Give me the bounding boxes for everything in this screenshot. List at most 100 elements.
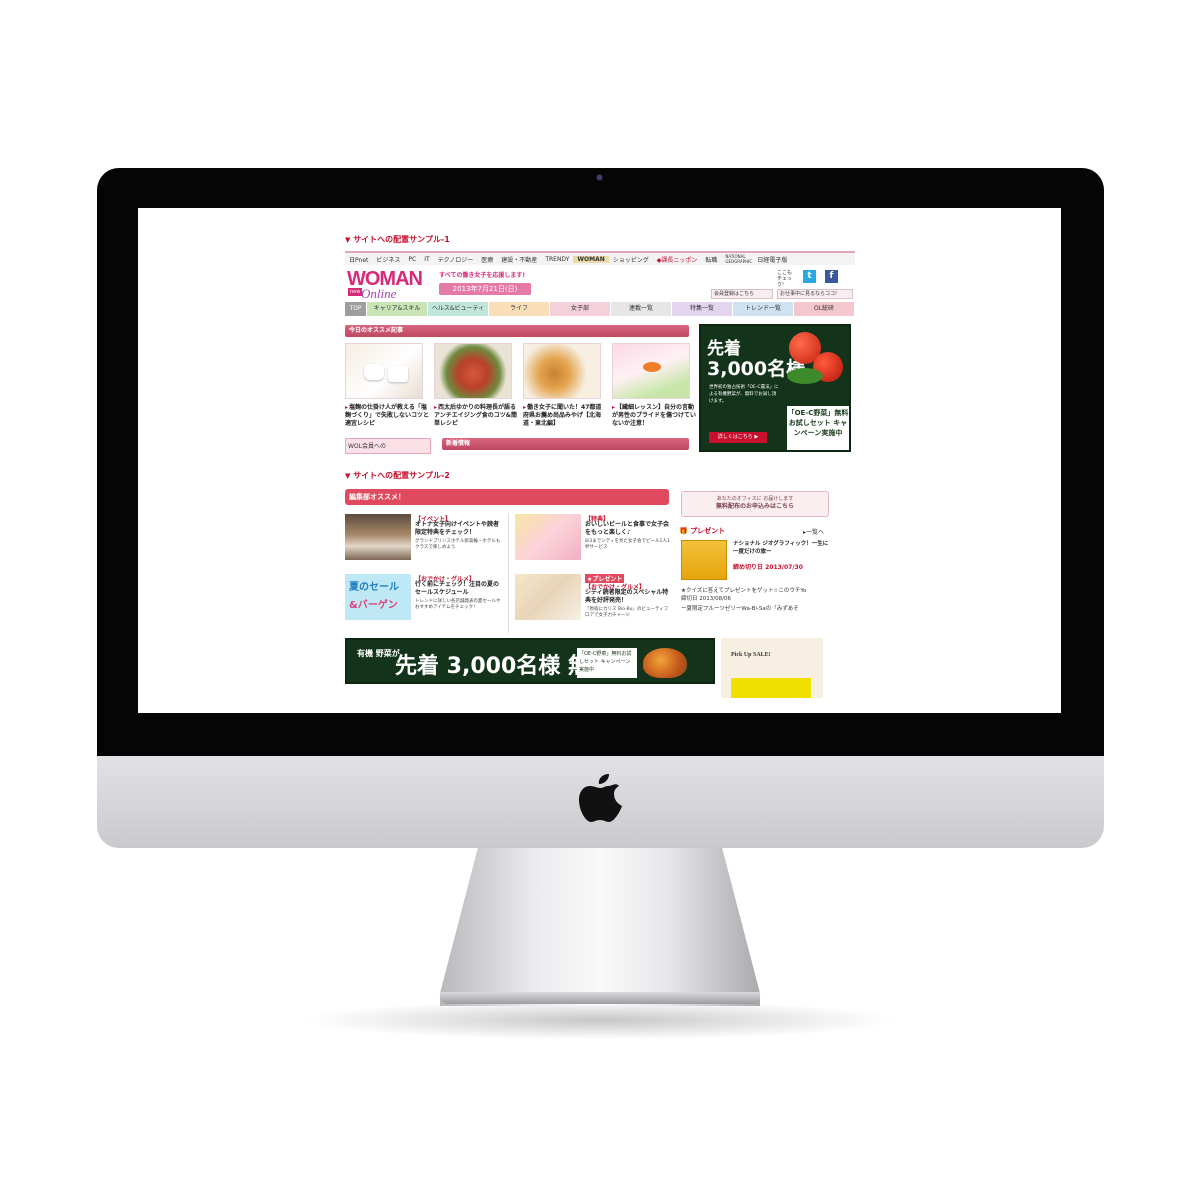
present-all-link[interactable]: ▸一覧へ xyxy=(803,527,824,536)
topnav-item[interactable]: 医療 xyxy=(477,255,497,264)
vegetable-icon xyxy=(787,368,823,384)
pick-desc: トレンドに詳しい各店舗発表の夏セールやおすすめアイテムをチェック！ xyxy=(415,599,501,610)
present-item-title[interactable]: ナショナル ジオグラフィック！一生に一度だけの旅ー xyxy=(733,540,833,556)
article-thumbnail[interactable] xyxy=(612,343,690,399)
topnav-item[interactable]: TRENDY xyxy=(541,256,573,263)
topnav-item[interactable]: ◆課長ニッポン xyxy=(653,255,702,264)
topnav-item[interactable]: 建設・不動産 xyxy=(497,255,541,264)
pick-desc: グランドプリンスホテル新高輪・ホテルもクラスで楽しめよう xyxy=(415,539,501,550)
monitor-stand-foot xyxy=(440,992,760,1004)
vegetable-ad-banner[interactable]: 先着 3,000名様 世界初の独占技術「OE-C農法」による有機野菜が、無料でお… xyxy=(699,324,851,452)
logo-online[interactable]: Online xyxy=(361,286,396,302)
article-thumbnail[interactable] xyxy=(434,343,512,399)
pick-desc: 8/3までシティを見た女子会でビール1人1杯サービス xyxy=(585,539,670,550)
pick-desc: 「原宿にカリス Bio-Bu」のビューティフロアで女子力チャージ xyxy=(585,607,669,618)
pick-image[interactable] xyxy=(515,514,581,560)
vegetable-basket-icon xyxy=(643,648,687,678)
present-list-item: 締切日 2013/08/06 xyxy=(681,596,731,602)
present-image[interactable] xyxy=(681,540,727,580)
topnav-item[interactable]: 日経電子版 xyxy=(753,255,791,264)
present-heading: 🎁 プレゼント xyxy=(679,526,725,536)
tab-features[interactable]: 特集一覧 xyxy=(672,302,733,316)
pick-title[interactable]: 行く前にチェック！注目の夏のセールスケジュール xyxy=(415,581,501,597)
summer-bargain-text: &バーゲン xyxy=(349,600,398,611)
ad2-panel: 「OE-C野菜」無料お試しセット キャンペーン実施中 xyxy=(577,648,637,678)
pick-title[interactable]: おいしいビールと食事で女子会をもっと楽しく♪ xyxy=(585,521,671,537)
site-header: WOMAN Online new すべての働き女子を応援します! 2013年7月… xyxy=(345,266,855,302)
category-tabs: TOP キャリア&スキル ヘルス&ビューティ ライフ 女子部 連載一覧 特集一覧… xyxy=(345,302,855,316)
triangle-down-icon: ▼ xyxy=(345,472,351,480)
editor-pick-heading: 編集部オススメ！ xyxy=(345,489,669,505)
facebook-icon[interactable]: f xyxy=(825,270,838,283)
office-view-link[interactable]: お仕事中に見るならココ! xyxy=(777,289,853,299)
topnav-item[interactable]: PC xyxy=(404,256,420,263)
pickup-sale-banner[interactable]: Pick Up SALE! xyxy=(721,638,823,698)
article-thumbnail[interactable] xyxy=(345,343,423,399)
monitor-stand xyxy=(440,846,760,1006)
camera-icon xyxy=(596,174,603,181)
tab-series[interactable]: 連載一覧 xyxy=(611,302,672,316)
topnav-item[interactable]: NATIONAL GEOGRAPHIC xyxy=(721,254,753,264)
recommend-heading: 今日のオススメ記事 xyxy=(345,325,689,337)
triangle-down-icon: ▼ xyxy=(345,236,351,244)
gift-icon: 🎁 xyxy=(679,527,688,535)
screen: ▼ サイトへの配置サンプル-1 日Pnet ビジネス PC IT テクノロジー … xyxy=(138,208,1061,713)
sample2-heading: ▼ サイトへの配置サンプル-2 xyxy=(345,470,450,481)
office-line1: あなたのオフィスに お届けします xyxy=(716,496,794,502)
date-display: 2013年7月21日(日) xyxy=(439,283,531,295)
imac-mockup: ▼ サイトへの配置サンプル-1 日Pnet ビジネス PC IT テクノロジー … xyxy=(0,0,1200,1200)
sample1-heading: ▼ サイトへの配置サンプル-1 xyxy=(345,234,450,245)
news-heading: 新着情報 xyxy=(442,438,689,450)
tab-health[interactable]: ヘルス&ビューティ xyxy=(428,302,489,316)
tab-joshibu[interactable]: 女子部 xyxy=(550,302,611,316)
wol-member-banner[interactable]: WOL会員への xyxy=(345,438,431,454)
vegetable-wide-ad[interactable]: 有機 野菜が 先着 3,000名様 無料 「OE-C野菜」無料お試しセット キャ… xyxy=(345,638,715,684)
floor-shadow xyxy=(300,1000,900,1040)
pickup-title: Pick Up SALE! xyxy=(731,652,771,658)
ad2-left-text: 有機 野菜が xyxy=(357,649,400,658)
tab-ol-research[interactable]: OL総研 xyxy=(794,302,855,316)
ad-detail-button[interactable]: 詳しくはこちら ▶ xyxy=(709,432,767,443)
check-label: ここもチェック! xyxy=(777,270,793,288)
topnav-item[interactable]: 日Pnet xyxy=(345,255,372,264)
article-caption[interactable]: 塩麹の仕掛け人が教える「塩麹づくり」で失敗しないコツと適宜レシピ xyxy=(345,404,429,428)
pick-title[interactable]: シティ読者限定のスペシャル特典を好評発売！ xyxy=(585,589,671,605)
pickup-yellow-block xyxy=(731,678,811,698)
office-line2[interactable]: 無料配布のお申込みはこちら xyxy=(682,503,828,511)
top-nav: 日Pnet ビジネス PC IT テクノロジー 医療 建設・不動産 TRENDY… xyxy=(345,251,855,265)
present-list-item[interactable]: ★クイズに答えてプレゼントをゲット☆このウチYo xyxy=(681,588,841,595)
topnav-item[interactable]: テクノロジー xyxy=(434,255,478,264)
logo-new-badge: new xyxy=(348,288,363,296)
tab-top[interactable]: TOP xyxy=(345,302,367,316)
article-caption[interactable]: 【繊細レッスン】自分の言動が男性のプライドを傷つけていないか注意！ xyxy=(612,404,696,428)
sample2-title: サイトへの配置サンプル-2 xyxy=(353,471,450,480)
tab-trends[interactable]: トレンド一覧 xyxy=(733,302,794,316)
topnav-item[interactable]: 転職 xyxy=(701,255,721,264)
apple-logo-icon xyxy=(579,774,622,822)
member-register-link[interactable]: 会員登録はこちら xyxy=(711,289,773,299)
article-caption[interactable]: 働き女子に聞いた！47都道府県お薦め尚品みやげ【北海道・東北編】 xyxy=(523,404,607,428)
ad-body: 世界初の独占技術「OE-C農法」による有機野菜が、無料でお試し頂けます。 xyxy=(709,385,779,404)
ad-campaign-panel: 「OE-C野菜」無料お試しセット キャンペーン実施中 xyxy=(787,406,849,450)
column-divider xyxy=(508,513,509,633)
present-title: プレゼント xyxy=(690,527,726,535)
present-deadline: 締め切り日 2013/07/30 xyxy=(733,564,803,571)
topnav-item[interactable]: ビジネス xyxy=(372,255,404,264)
topnav-item[interactable]: IT xyxy=(420,256,433,263)
twitter-icon[interactable]: t xyxy=(803,270,816,283)
pick-image[interactable] xyxy=(515,574,581,620)
pick-title[interactable]: オトナ女子向けイベントや読者限定特典をチェック！ xyxy=(415,521,501,537)
present-list-item[interactable]: ー夏限定フルーツゼリーWa-Bi-Saの「みずあそ xyxy=(681,606,841,613)
tab-career[interactable]: キャリア&スキル xyxy=(367,302,428,316)
summer-sale-banner[interactable]: 夏のセール &バーゲン xyxy=(345,574,411,620)
present-all-label: 一覧へ xyxy=(806,529,825,536)
pick-image[interactable] xyxy=(345,514,411,560)
tab-life[interactable]: ライフ xyxy=(489,302,550,316)
office-delivery-box[interactable]: あなたのオフィスに お届けします 無料配布のお申込みはこちら xyxy=(681,491,829,517)
topnav-item-woman[interactable]: WOMAN xyxy=(573,255,609,263)
sample1-title: サイトへの配置サンプル-1 xyxy=(353,235,450,244)
topnav-item[interactable]: ショッピング xyxy=(609,255,653,264)
article-thumbnail[interactable] xyxy=(523,343,601,399)
article-caption[interactable]: 西太后ゆかりの料理長が語るアンチエイジング食のコツ&簡単レシピ xyxy=(434,404,518,428)
summer-sale-text: 夏のセール xyxy=(349,582,399,593)
